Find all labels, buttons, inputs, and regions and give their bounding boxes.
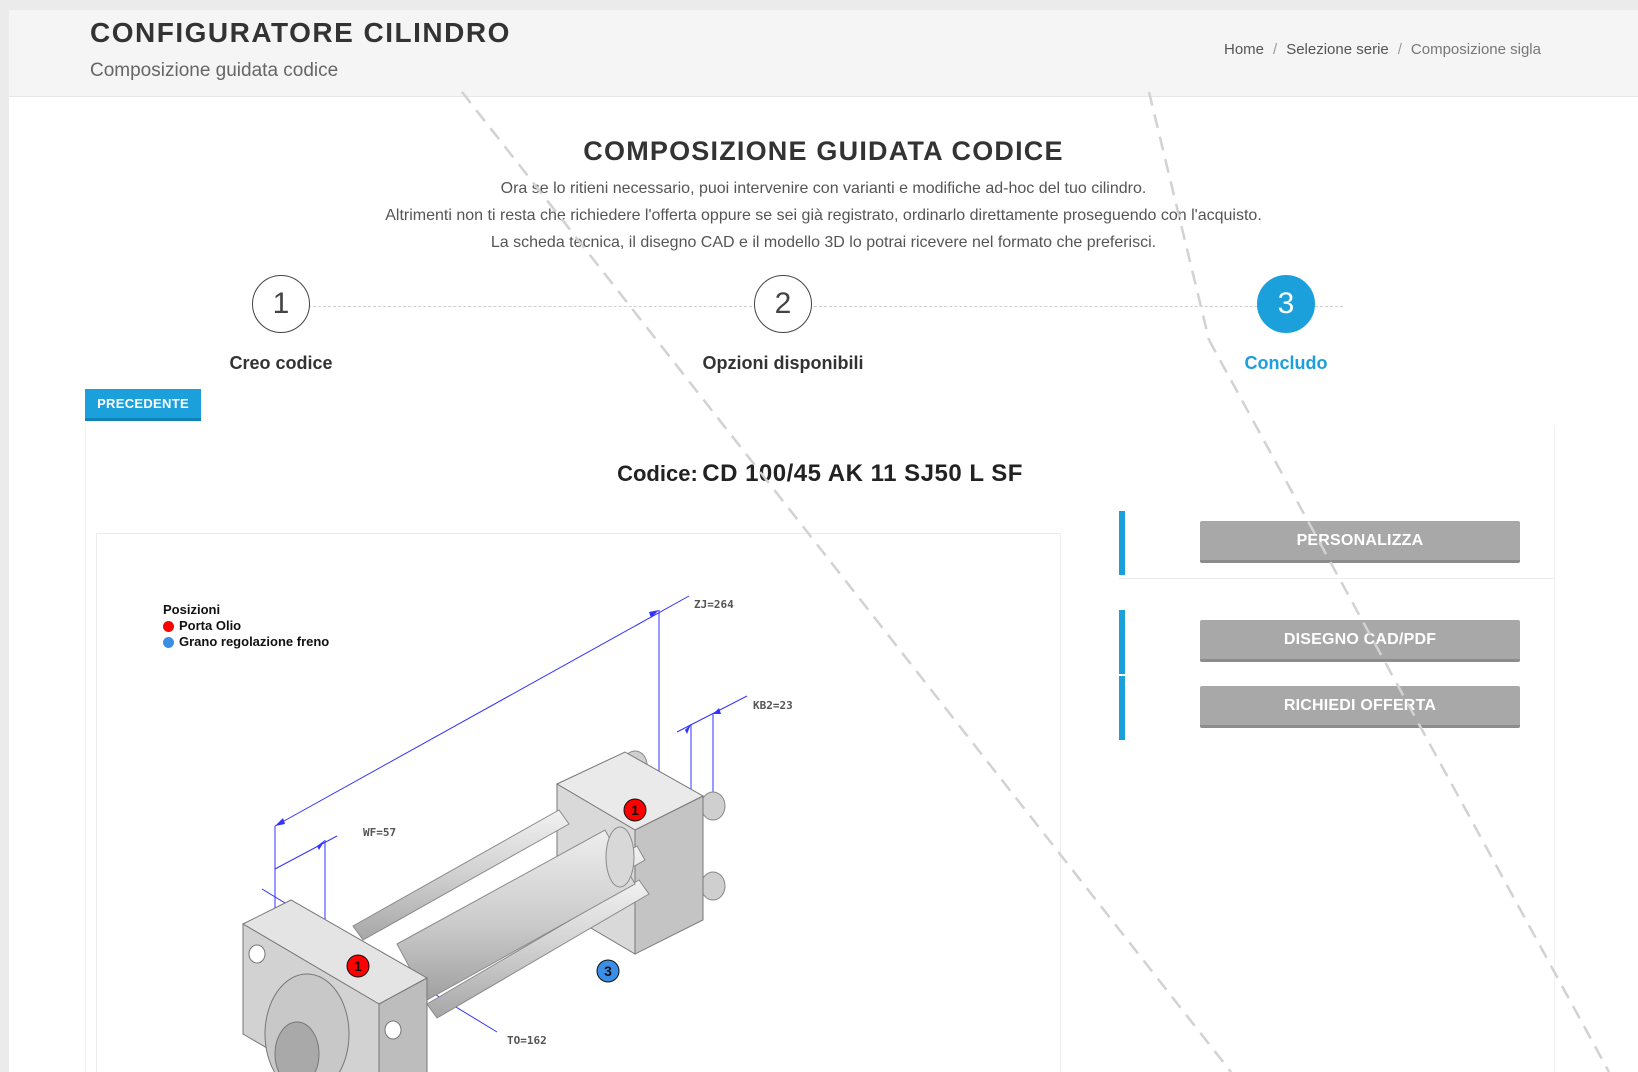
cylinder-drawing: Posizioni Porta Olio Grano regolazione f… (96, 533, 1061, 1072)
intro-line: La scheda tecnica, il disegno CAD e il m… (490, 234, 1157, 251)
front-flange (241, 899, 429, 1072)
marker-number: 1 (631, 802, 639, 818)
offer-group: RICHIEDI OFFERTA (1119, 676, 1554, 740)
marker-number: 1 (354, 958, 362, 974)
step-label: Concludo (1244, 353, 1328, 373)
result-panel: Codice: CD 100/45 AK 11 SJ50 L SF Posizi… (85, 426, 1555, 1072)
intro-line: Ora se lo ritieni necessario, puoi inter… (500, 180, 1147, 197)
dimension-label-to: TO=162 (507, 1034, 547, 1047)
breadcrumb-separator: / (1273, 41, 1278, 58)
intro-text: Ora se lo ritieni necessario, puoi inter… (9, 175, 1638, 256)
page: CONFIGURATORE CILINDRO Composizione guid… (9, 10, 1638, 1072)
brake-screw-marker: 3 (596, 959, 620, 983)
step-label: Creo codice (229, 353, 333, 373)
product-code-value: CD 100/45 AK 11 SJ50 L SF (702, 460, 1023, 487)
accent-bar (1119, 511, 1125, 575)
step-2[interactable]: 2 Opzioni disponibili (683, 275, 883, 374)
step-number[interactable]: 3 (1257, 275, 1315, 333)
breadcrumb-current: Composizione sigla (1410, 41, 1541, 58)
cylinder-cad-image: ZJ=264 KB2=23 WF=57 TO=162 1 1 3 (241, 595, 793, 1072)
step-number[interactable]: 2 (754, 275, 812, 333)
cad-group: DISEGNO CAD/PDF (1119, 610, 1554, 674)
divider (1119, 578, 1554, 579)
dimension-label-wf: WF=57 (363, 826, 396, 839)
page-header: CONFIGURATORE CILINDRO Composizione guid… (9, 10, 1638, 97)
cad-pdf-button[interactable]: DISEGNO CAD/PDF (1200, 620, 1520, 662)
breadcrumb: Home / Selezione serie / Composizione si… (1224, 41, 1541, 58)
product-code-label: Codice: (617, 461, 698, 486)
previous-button[interactable]: PRECEDENTE (85, 389, 201, 421)
step-3[interactable]: 3 Concludo (1186, 275, 1386, 374)
breadcrumb-home-link[interactable]: Home (1224, 41, 1264, 58)
wizard-steps: 1 Creo codice 2 Opzioni disponibili 3 Co… (9, 275, 1638, 385)
app-title: CONFIGURATORE CILINDRO (90, 17, 511, 48)
intro-line: Altrimenti non ti resta che richiedere l… (385, 207, 1262, 224)
request-offer-button[interactable]: RICHIEDI OFFERTA (1200, 686, 1520, 728)
accent-bar (1119, 610, 1125, 674)
app-subtitle: Composizione guidata codice (90, 60, 339, 81)
oil-port-marker: 1 (623, 798, 647, 822)
customize-group: PERSONALIZZA (1119, 511, 1554, 581)
product-code: Codice: CD 100/45 AK 11 SJ50 L SF (86, 460, 1554, 488)
customize-button[interactable]: PERSONALIZZA (1200, 521, 1520, 563)
breadcrumb-separator: / (1397, 41, 1402, 58)
accent-bar (1119, 676, 1125, 740)
page-title: COMPOSIZIONE GUIDATA CODICE (583, 136, 1064, 166)
step-number[interactable]: 1 (252, 275, 310, 333)
dimension-label-kb2: KB2=23 (753, 699, 793, 712)
step-1[interactable]: 1 Creo codice (181, 275, 381, 374)
oil-port-marker: 1 (346, 954, 370, 978)
breadcrumb-series-link[interactable]: Selezione serie (1286, 41, 1389, 58)
marker-number: 3 (604, 963, 612, 979)
dimension-label-zj: ZJ=264 (694, 598, 734, 611)
step-label: Opzioni disponibili (702, 353, 864, 373)
